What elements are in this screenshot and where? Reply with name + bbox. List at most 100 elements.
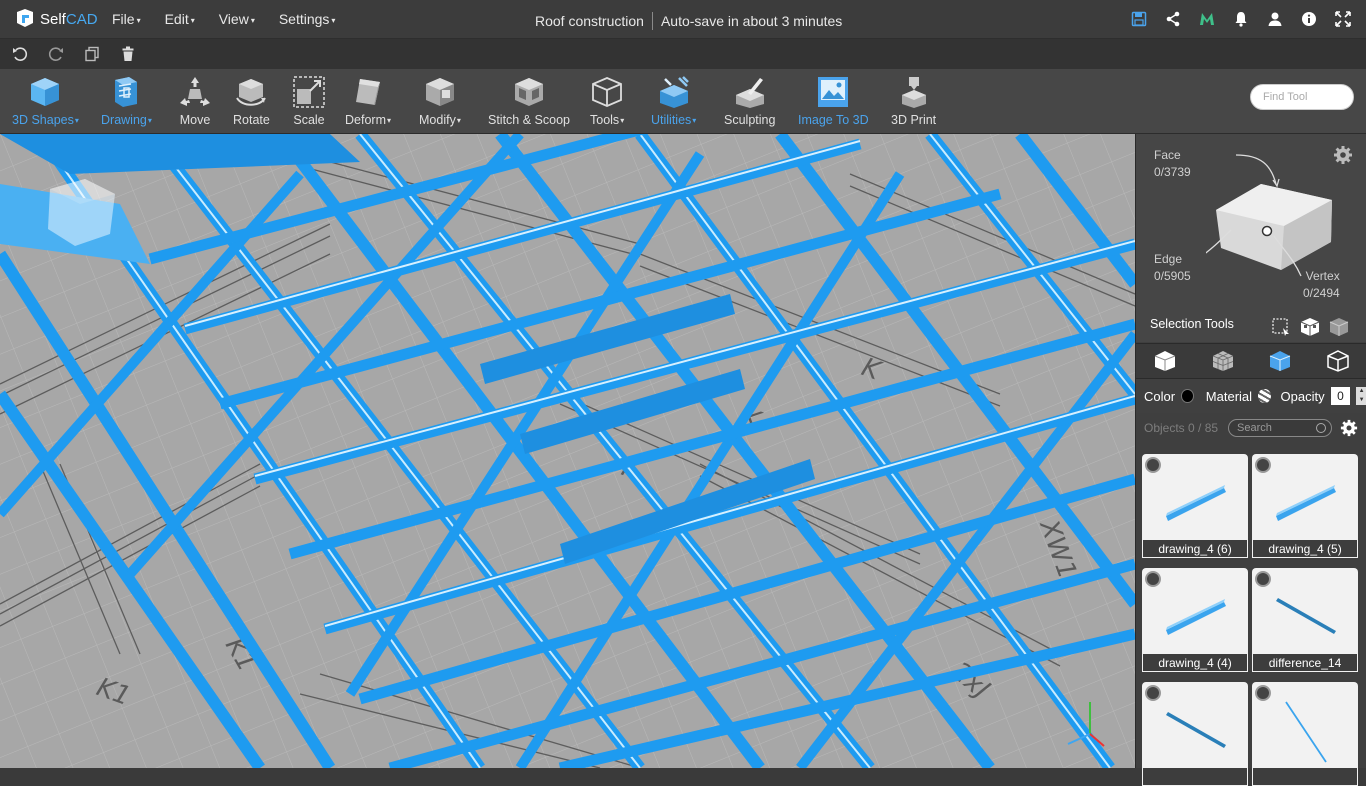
object-select-checkbox[interactable] [1255, 571, 1271, 587]
redo-icon[interactable] [47, 45, 65, 63]
tool-rotate[interactable]: Rotate [233, 75, 270, 127]
select-invert-icon[interactable] [1329, 317, 1349, 337]
face-selection[interactable]: Face 0/3739 [1154, 147, 1191, 181]
tool-label: Rotate [233, 113, 270, 127]
object-select-checkbox[interactable] [1145, 571, 1161, 587]
project-title[interactable]: Roof construction [535, 13, 644, 29]
edge-count: 0/5905 [1154, 269, 1191, 283]
tool-3d-shapes[interactable]: 3D Shapes [12, 75, 79, 127]
objects-search-input[interactable]: Search [1228, 419, 1332, 437]
object-select-checkbox[interactable] [1255, 457, 1271, 473]
tool-label: Move [179, 113, 211, 127]
stepper-down-icon[interactable]: ▼ [1356, 396, 1366, 405]
solid-cube-icon [1154, 351, 1176, 371]
object-select-checkbox[interactable] [1145, 685, 1161, 701]
fullscreen-icon[interactable] [1334, 10, 1352, 28]
object-name: difference_14 [1252, 654, 1358, 672]
tools-icon [592, 77, 622, 107]
object-name [1142, 768, 1248, 786]
title-separator [651, 12, 653, 30]
objects-settings-gear-icon[interactable] [1340, 419, 1358, 437]
notifications-bell-icon[interactable] [1232, 10, 1250, 28]
user-account-icon[interactable] [1266, 10, 1284, 28]
tool-modify[interactable]: Modify [419, 75, 461, 127]
object-select-checkbox[interactable] [1255, 685, 1271, 701]
delete-trash-icon[interactable] [119, 45, 137, 63]
right-panel: Face 0/3739 Edge 0/5905 Vertex 0/2494 Se… [1135, 134, 1366, 786]
opacity-stepper[interactable]: ▲ ▼ [1356, 387, 1366, 405]
tab-vertex-mode[interactable] [1309, 344, 1366, 378]
tool-image-to-3d[interactable]: Image To 3D [798, 75, 869, 127]
menu-settings[interactable]: Settings [279, 11, 336, 27]
utilities-icon [659, 76, 689, 108]
selection-tool-icons [1271, 317, 1349, 337]
object-name: drawing_4 (4) [1142, 654, 1248, 672]
menu-view[interactable]: View [219, 11, 255, 27]
find-tool-input[interactable]: Find Tool [1250, 84, 1354, 110]
material-sphere-icon[interactable] [1258, 389, 1271, 403]
object-card[interactable]: drawing_4 (6) [1142, 454, 1248, 558]
object-card[interactable]: difference_14 [1252, 568, 1358, 672]
stitch-scoop-icon [515, 78, 543, 106]
opacity-label: Opacity [1280, 388, 1325, 404]
objects-grid: drawing_4 (6) drawing_4 (5) drawing_4 (4… [1142, 454, 1361, 786]
logo-text-self: Self [40, 10, 66, 28]
3d-viewport[interactable]: K1 K1 K K K XW1 2xJ [0, 134, 1135, 768]
info-icon[interactable] [1300, 10, 1318, 28]
save-icon[interactable] [1130, 10, 1148, 28]
object-name [1252, 768, 1358, 786]
tool-3d-print[interactable]: 3D Print [891, 75, 936, 127]
logo-text-cad: CAD [65, 10, 98, 28]
tool-label: Deform [345, 113, 391, 127]
tool-tools[interactable]: Tools [590, 75, 624, 127]
cube-icon [31, 78, 60, 106]
mesh-cube-icon [1212, 351, 1233, 371]
copy-icon[interactable] [83, 45, 101, 63]
face-label: Face [1154, 148, 1181, 162]
stepper-up-icon[interactable]: ▲ [1356, 387, 1366, 396]
tool-label: 3D Print [891, 113, 937, 127]
tool-move[interactable]: Move [178, 75, 212, 127]
box-select-icon[interactable] [1271, 317, 1291, 337]
objects-count: Objects 0 / 85 [1144, 421, 1219, 435]
material-label: Material [1205, 388, 1253, 404]
tab-object-mode[interactable] [1136, 344, 1194, 378]
top-right-icons [1130, 10, 1352, 28]
tool-label: Scale [293, 113, 325, 127]
face-cube-icon [1270, 351, 1291, 371]
tab-face-mode[interactable] [1252, 344, 1310, 378]
menu-edit[interactable]: Edit [165, 11, 195, 27]
autosave-status: Auto-save in about 3 minutes [660, 13, 843, 29]
opacity-input[interactable]: 0 [1330, 387, 1351, 405]
menu-file[interactable]: File [112, 11, 141, 27]
tool-scale[interactable]: Scale [292, 75, 326, 127]
tool-label: Utilities [651, 113, 696, 127]
object-card[interactable]: drawing_4 (4) [1142, 568, 1248, 672]
rotate-icon [236, 79, 267, 106]
tab-mesh-mode[interactable] [1194, 344, 1252, 378]
tool-utilities[interactable]: Utilities [651, 75, 696, 127]
object-name: drawing_4 (6) [1142, 540, 1248, 558]
tool-stitch-scoop[interactable]: Stitch & Scoop [488, 75, 570, 127]
object-card[interactable] [1142, 682, 1248, 786]
tool-drawing[interactable]: Drawing [101, 75, 152, 127]
tool-deform[interactable]: Deform [345, 75, 391, 127]
selection-panel: Face 0/3739 Edge 0/5905 Vertex 0/2494 Se… [1136, 134, 1366, 342]
object-card[interactable]: drawing_4 (5) [1252, 454, 1358, 558]
object-select-checkbox[interactable] [1145, 457, 1161, 473]
color-swatch[interactable] [1181, 389, 1194, 403]
objects-header: Objects 0 / 85 Search [1136, 413, 1366, 443]
select-all-cube-icon[interactable] [1300, 317, 1320, 337]
tool-label: Tools [590, 113, 624, 127]
undo-icon[interactable] [11, 45, 29, 63]
scale-icon [293, 76, 325, 108]
myminifactory-icon[interactable] [1198, 10, 1216, 28]
share-icon[interactable] [1164, 10, 1182, 28]
drawing-icon [115, 77, 138, 107]
object-card[interactable] [1252, 682, 1358, 786]
selfcad-logo[interactable]: SelfCAD [14, 8, 98, 30]
edge-selection[interactable]: Edge 0/5905 [1154, 251, 1191, 285]
edge-label: Edge [1154, 252, 1183, 266]
tool-sculpting[interactable]: Sculpting [724, 75, 775, 127]
selection-mode-tabs [1136, 343, 1366, 379]
